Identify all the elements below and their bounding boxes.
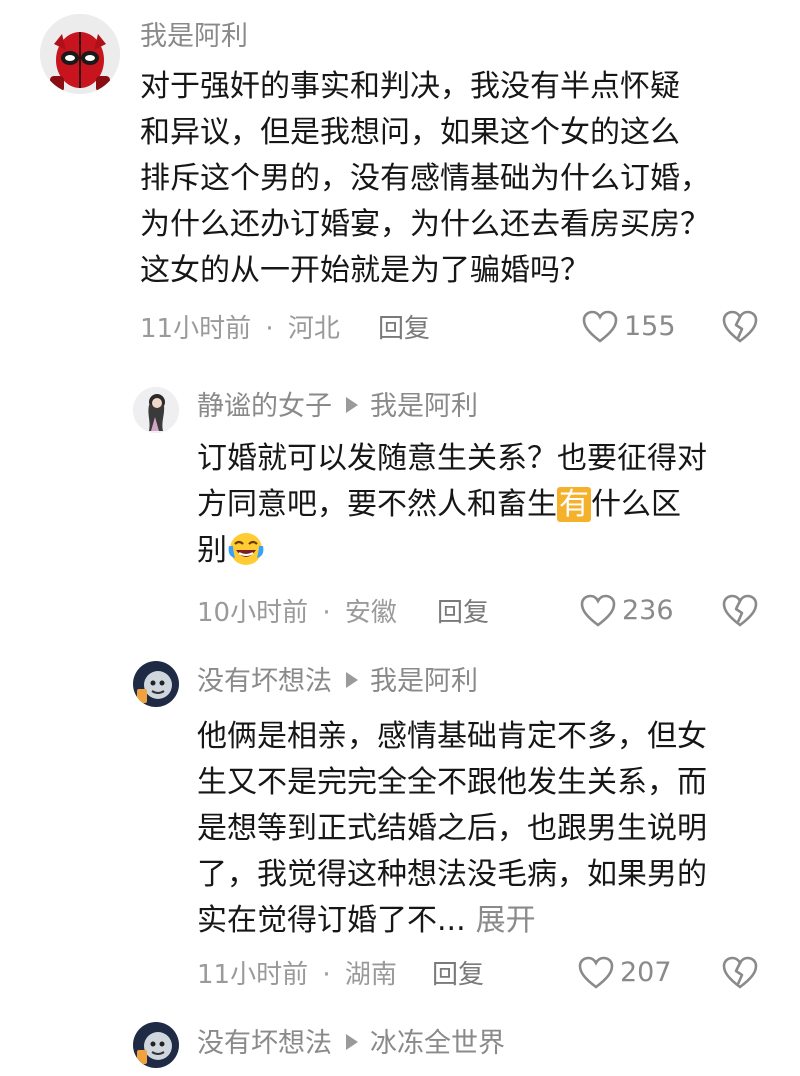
comment-line: 排斥这个男的，没有感情基础为什么订婚，: [140, 161, 710, 196]
like-button[interactable]: 236: [580, 594, 674, 628]
comment-line: 订婚就可以发随意生关系？也要征得对: [197, 441, 707, 476]
reply-button[interactable]: 回复: [432, 958, 484, 992]
user-avatar[interactable]: [133, 1022, 179, 1068]
comment-location: 河北: [287, 314, 340, 344]
broken-heart-icon: [722, 956, 758, 989]
comment-time: 11小时前: [197, 960, 309, 990]
comment-line: 实在觉得订婚了不... 展开: [197, 898, 782, 944]
comment-text: 他俩是相亲，感情基础肯定不多，但女 生又不是完完全全不跟他发生关系，而 是想等到…: [197, 714, 782, 944]
laughing-crying-emoji-icon: [227, 530, 265, 568]
like-count: 236: [622, 595, 674, 626]
comment-line: 了，我觉得这种想法没毛病，如果男的: [197, 857, 707, 892]
heart-icon: [582, 310, 618, 343]
reply-arrow-icon: [346, 397, 358, 413]
like-button[interactable]: 155: [582, 310, 676, 344]
dislike-button[interactable]: [722, 956, 758, 994]
comment-text: 订婚就可以发随意生关系？也要征得对 方同意吧，要不然人和畜生有什么区 别: [197, 436, 782, 574]
reply-to-username[interactable]: 我是阿利: [370, 666, 478, 697]
comment-username[interactable]: 没有坏想法: [197, 666, 332, 697]
like-count: 155: [624, 311, 676, 342]
comment-line-part: 方同意吧，要不然人和畜生: [197, 487, 557, 522]
girl-avatar-icon: [133, 387, 179, 433]
reply-header: 静谧的女子 我是阿利: [197, 390, 478, 424]
comment-line-part: 实在觉得订婚了不...: [197, 903, 466, 938]
broken-heart-icon: [722, 594, 758, 627]
comment-line-part: 什么区: [591, 487, 681, 522]
reply-button[interactable]: 回复: [437, 596, 489, 630]
dislike-button[interactable]: [722, 594, 758, 632]
comment-line: 对于强奸的事实和判决，我没有半点怀疑: [140, 69, 680, 104]
highlighted-keyword[interactable]: 有: [557, 487, 591, 522]
comment-location: 安徽: [344, 598, 397, 628]
meta-separator: ·: [265, 314, 274, 344]
comment-line: 这女的从一开始就是为了骗婚吗？: [140, 253, 590, 288]
comment-line: 生又不是完完全全不跟他发生关系，而: [197, 765, 707, 800]
reply-button[interactable]: 回复: [378, 312, 430, 346]
comment-time: 10小时前: [197, 598, 309, 628]
user-avatar[interactable]: [133, 661, 179, 707]
comment-text: 对于强奸的事实和判决，我没有半点怀疑 和异议，但是我想问，如果这个女的这么 排斥…: [140, 64, 780, 294]
deadpool-avatar-icon: [40, 14, 120, 94]
comment-location: 湖南: [344, 960, 397, 990]
comment-time: 11小时前: [140, 314, 252, 344]
heart-icon: [580, 594, 616, 627]
comment-line: 为什么还办订婚宴，为什么还去看房买房？: [140, 207, 710, 242]
reply-header: 没有坏想法 冰冻全世界: [197, 1027, 505, 1061]
broken-heart-icon: [722, 310, 758, 343]
user-avatar[interactable]: [40, 14, 120, 94]
comment-line: 方同意吧，要不然人和畜生有什么区: [197, 482, 782, 528]
comment-line: 是想等到正式结婚之后，也跟男生说明: [197, 811, 707, 846]
cartoon-avatar-icon: [133, 661, 179, 707]
heart-icon: [578, 956, 614, 989]
comment-meta: 11小时前 · 湖南: [197, 958, 397, 992]
comment-line: 别: [197, 528, 782, 574]
expand-button[interactable]: 展开: [476, 903, 536, 938]
user-avatar[interactable]: [133, 387, 179, 433]
meta-separator: ·: [322, 960, 331, 990]
dislike-button[interactable]: [722, 310, 758, 348]
like-button[interactable]: 207: [578, 956, 672, 990]
reply-to-username[interactable]: 冰冻全世界: [370, 1028, 505, 1059]
comment-line: 和异议，但是我想问，如果这个女的这么: [140, 115, 680, 150]
reply-header: 没有坏想法 我是阿利: [197, 665, 478, 699]
comment-username[interactable]: 我是阿利: [140, 20, 248, 54]
comment-username[interactable]: 静谧的女子: [197, 391, 332, 422]
reply-arrow-icon: [346, 1034, 358, 1050]
comment-meta: 10小时前 · 安徽: [197, 596, 397, 630]
meta-separator: ·: [322, 598, 331, 628]
reply-arrow-icon: [346, 672, 358, 688]
comment-line-part: 别: [197, 533, 227, 568]
comment-line: 他俩是相亲，感情基础肯定不多，但女: [197, 719, 707, 754]
cartoon-avatar-icon: [133, 1022, 179, 1068]
like-count: 207: [620, 957, 672, 988]
comment-meta: 11小时前 · 河北: [140, 312, 340, 346]
comment-username[interactable]: 没有坏想法: [197, 1028, 332, 1059]
reply-to-username[interactable]: 我是阿利: [370, 391, 478, 422]
